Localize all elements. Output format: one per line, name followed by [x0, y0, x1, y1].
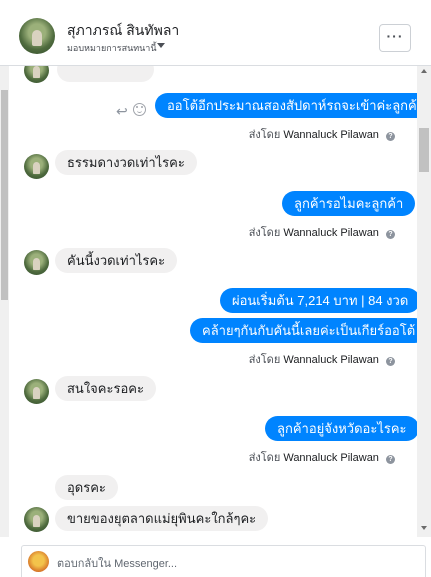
- right-scrollbar[interactable]: [417, 66, 431, 537]
- contact-avatar-small: [24, 507, 49, 532]
- conversation-header: สุภาภรณ์ สินทัพลา มอบหมายการสนทนานี้ ···: [0, 0, 431, 66]
- sent-by-agent: Wannaluck Pilawan: [283, 227, 379, 239]
- message-bubble-incoming: ขายของยุตลาดแม่ยุพินคะใกล้ๆคะ: [55, 506, 269, 531]
- sent-by-agent: Wannaluck Pilawan: [283, 354, 379, 366]
- message-bubble-incoming: สนใจคะรอคะ: [55, 376, 156, 401]
- sent-by-label: ส่งโดย Wannaluck Pilawan ?: [249, 448, 395, 466]
- sent-by-label: ส่งโดย Wannaluck Pilawan ?: [249, 223, 395, 241]
- scroll-down-icon[interactable]: [421, 526, 427, 530]
- contact-avatar-small: [24, 154, 49, 179]
- sent-by-prefix: ส่งโดย: [248, 452, 281, 464]
- contact-avatar[interactable]: [19, 18, 55, 54]
- help-icon[interactable]: ?: [386, 455, 395, 464]
- sent-by-agent: Wannaluck Pilawan: [283, 129, 379, 141]
- message-bubble-outgoing: ลูกค้าอยู่จังหวัดอะไรคะ: [265, 416, 419, 441]
- reply-input-placeholder[interactable]: ตอบกลับใน Messenger...: [57, 554, 177, 572]
- contact-avatar-small: [24, 250, 49, 275]
- message-bubble-outgoing: ออโต้อีกประมาณสองสัปดาห์รถจะเข้าค่ะลูกค้…: [155, 93, 431, 118]
- scroll-thumb[interactable]: [419, 128, 429, 172]
- contact-name[interactable]: สุภาภรณ์ สินทัพลา: [67, 20, 179, 42]
- message-bubble-incoming: ธรรมดางวดเท่าไรคะ: [55, 150, 197, 175]
- sent-by-label: ส่งโดย Wannaluck Pilawan ?: [249, 350, 395, 368]
- scroll-up-icon[interactable]: [421, 69, 427, 73]
- contact-avatar-small: [24, 66, 49, 83]
- assign-conversation-label[interactable]: มอบหมายการสนทนานี้: [67, 41, 157, 55]
- message-bubble-outgoing: ลูกค้ารอไมคะลูกค้า: [282, 191, 416, 216]
- more-options-button[interactable]: ···: [379, 24, 411, 52]
- help-icon[interactable]: ?: [386, 230, 395, 239]
- sent-by-prefix: ส่งโดย: [248, 129, 281, 141]
- message-bubble-incoming: อุดรคะ: [55, 475, 118, 500]
- sent-by-agent: Wannaluck Pilawan: [283, 452, 379, 464]
- message-bubble-outgoing: คล้ายๆกันกับคันนี้เลยค่ะเป็นเกียร์ออโต้: [190, 318, 428, 343]
- help-icon[interactable]: ?: [386, 132, 395, 141]
- message-bubble-incoming: [57, 66, 154, 82]
- reply-composer[interactable]: ตอบกลับใน Messenger...: [21, 545, 426, 577]
- message-bubble-outgoing: ผ่อนเริ่มต้น 7,214 บาท | 84 งวด: [220, 288, 421, 313]
- page-avatar: [28, 551, 49, 572]
- smile-icon[interactable]: [133, 103, 146, 116]
- sent-by-prefix: ส่งโดย: [248, 354, 281, 366]
- sent-by-prefix: ส่งโดย: [248, 227, 281, 239]
- left-scrollbar[interactable]: [0, 66, 9, 537]
- message-thread[interactable]: ↩ ออโต้อีกประมาณสองสัปดาห์รถจะเข้าค่ะลูก…: [0, 66, 431, 537]
- reply-icon[interactable]: ↩: [116, 103, 128, 120]
- sent-by-label: ส่งโดย Wannaluck Pilawan ?: [249, 125, 395, 143]
- help-icon[interactable]: ?: [386, 357, 395, 366]
- caret-down-icon[interactable]: [157, 43, 165, 48]
- contact-avatar-small: [24, 379, 49, 404]
- message-bubble-incoming: คันนี้งวดเท่าไรคะ: [55, 248, 178, 273]
